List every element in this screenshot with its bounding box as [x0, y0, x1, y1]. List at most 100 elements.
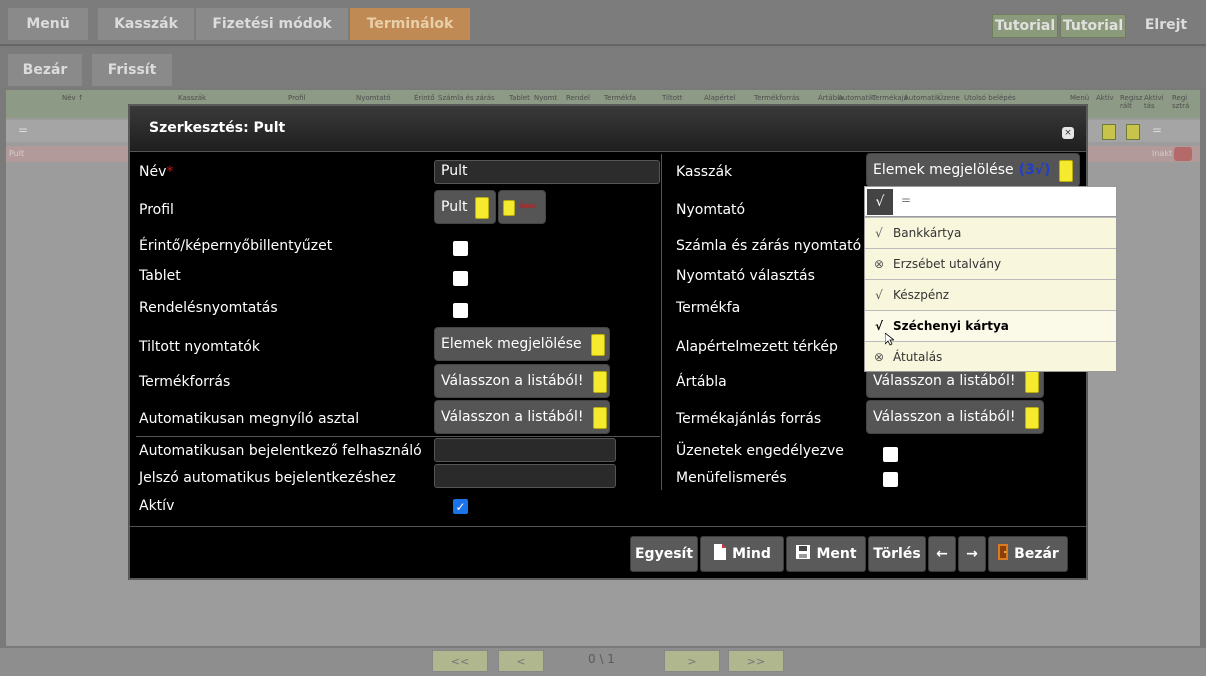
dialog-header: Szerkesztés: Pult ×	[130, 106, 1086, 152]
tab-kasszak[interactable]: Kasszák	[98, 8, 194, 40]
dropdown-item[interactable]: √ Széchenyi kártya	[865, 310, 1116, 341]
grid-header-cell[interactable]: Név ↑	[62, 94, 84, 102]
app-root: Menü Kasszák Fizetési módok Terminálok T…	[0, 0, 1206, 676]
filter-symbol[interactable]: =	[18, 123, 28, 137]
rendeles-checkbox[interactable]	[453, 303, 468, 318]
excluded-icon: ⊗	[873, 257, 885, 271]
check-all-button[interactable]: √	[867, 189, 893, 215]
dropdown-item[interactable]: ⊗ Átutalás	[865, 341, 1116, 372]
menufel-checkbox[interactable]	[883, 472, 898, 487]
elrejt-button[interactable]: Elrejt	[1132, 10, 1200, 40]
auto-asztal-label: Automatikusan megnyíló asztal	[139, 411, 360, 427]
dropdown-item-label: Erzsébet utalvány	[893, 257, 1002, 271]
tiltott-select-button[interactable]: Elemek megjelölése	[434, 327, 610, 361]
dialog-title: Szerkesztés: Pult	[149, 120, 286, 136]
dropdown-item[interactable]: √ Bankkártya	[865, 217, 1116, 248]
grid-header-cell[interactable]: Aktív	[1096, 94, 1114, 102]
grid-header-cell[interactable]: Automatik	[904, 94, 940, 102]
ment-button[interactable]: Ment	[786, 536, 866, 572]
grid-header-cell[interactable]: Menü	[1070, 94, 1089, 102]
grid-header-cell[interactable]: Nyomtató	[356, 94, 391, 102]
kasszak-select-button[interactable]: Elemek megjelölése (3√)	[866, 153, 1080, 187]
egyesit-button[interactable]: Egyesít	[630, 536, 698, 572]
grid-header-cell[interactable]: Profil	[288, 94, 305, 102]
grid-header-cell[interactable]: Regisz rált	[1120, 94, 1143, 110]
grid-header-cell[interactable]: Tablet	[509, 94, 530, 102]
tab-fizetesi-modok[interactable]: Fizetési módok	[196, 8, 348, 40]
dropdown-search-input[interactable]: =	[901, 193, 911, 207]
jelszo-input[interactable]	[434, 464, 616, 488]
row-name: Pult	[9, 149, 25, 158]
dropdown-item-label: Széchenyi kártya	[893, 319, 1009, 333]
bezar-label: Bezár	[1014, 546, 1059, 562]
dropdown-item[interactable]: ⊗ Erzsébet utalvány	[865, 248, 1116, 279]
tablet-checkbox[interactable]	[453, 271, 468, 286]
grid-header-cell[interactable]: Érintő	[414, 94, 435, 102]
profil-torles-button[interactable]: Törlés	[498, 190, 546, 224]
auto-asztal-btn-label: Válasszon a listából!	[441, 409, 584, 425]
tab-menu[interactable]: Menü	[8, 8, 88, 40]
row-delete-icon[interactable]	[1174, 147, 1192, 161]
frissit-button[interactable]: Frissít	[92, 54, 172, 86]
nev-input[interactable]: Pult	[434, 160, 660, 184]
valasztas-label: Nyomtató választás	[676, 268, 815, 284]
kasszak-btn-label: Elemek megjelölése	[873, 162, 1014, 178]
tutorial-button-1[interactable]: Tutorial	[992, 14, 1058, 38]
termekforras-btn-label: Válasszon a listából!	[441, 373, 584, 389]
filter-toggle[interactable]	[1126, 124, 1140, 140]
pager-first-button[interactable]: <<	[432, 650, 488, 672]
nyomtato-label: Nyomtató	[676, 202, 746, 218]
pager-next-button[interactable]: >	[664, 650, 720, 672]
mouse-cursor-icon	[884, 331, 896, 346]
terkep-label: Alapértelmezett térkép	[676, 339, 838, 355]
next-record-button[interactable]: →	[958, 536, 986, 572]
auto-asztal-select-button[interactable]: Válasszon a listából!	[434, 400, 610, 434]
payment-dropdown: √ = √ Bankkártya ⊗ Erzsébet utalvány √ K…	[864, 186, 1117, 372]
bezar-button[interactable]: Bezár	[988, 536, 1068, 572]
mind-button[interactable]: Mind	[700, 536, 784, 572]
divider	[136, 436, 660, 437]
ajanlas-btn-label: Válasszon a listából!	[873, 409, 1016, 425]
grid-header-cell[interactable]: Számla és zárás	[438, 94, 495, 102]
grid-header-cell[interactable]: Tiltott	[662, 94, 682, 102]
grid-header-cell[interactable]: Regi sztrá	[1172, 94, 1196, 110]
erinto-checkbox[interactable]	[453, 241, 468, 256]
save-icon	[795, 544, 811, 564]
grid-header-cell[interactable]: Termékajá	[872, 94, 908, 102]
close-icon[interactable]: ×	[1062, 127, 1074, 139]
erinto-label: Érintő/képernyőbillentyűzet	[139, 238, 333, 254]
torles-button[interactable]: Törlés	[868, 536, 926, 572]
termekforras-select-button[interactable]: Válasszon a listából!	[434, 364, 610, 398]
grid-header-cell[interactable]: Nyomt	[534, 94, 557, 102]
tiltott-label: Tiltott nyomtatók	[139, 339, 260, 355]
auto-user-input[interactable]	[434, 438, 616, 462]
pager-prev-button[interactable]: <	[498, 650, 544, 672]
grid-header-cell[interactable]: Aktivi tás	[1144, 94, 1166, 110]
ment-label: Ment	[816, 546, 857, 562]
tutorial-button-2[interactable]: Tutorial	[1060, 14, 1126, 38]
prev-record-button[interactable]: ←	[928, 536, 956, 572]
grid-header-cell[interactable]: Termékfa	[604, 94, 636, 102]
aktiv-checkbox[interactable]: ✓	[453, 499, 468, 514]
dropdown-item[interactable]: √ Készpénz	[865, 279, 1116, 310]
tab-terminalok[interactable]: Terminálok	[350, 8, 470, 40]
uzenetek-checkbox[interactable]	[883, 447, 898, 462]
document-icon	[713, 543, 727, 565]
grid-header-cell[interactable]: Utolsó belépés	[964, 94, 1016, 102]
grid-header-cell[interactable]: Alapértel	[704, 94, 736, 102]
filter-toggle[interactable]	[1102, 124, 1116, 140]
termekfa-label: Termékfa	[676, 300, 741, 316]
grid-header-cell[interactable]: Rendel	[566, 94, 590, 102]
profil-select-button[interactable]: Pult	[434, 190, 496, 224]
filter-symbol[interactable]: =	[1152, 123, 1162, 137]
grid-header-cell[interactable]: Termékforrás	[754, 94, 800, 102]
check-icon: √	[875, 288, 883, 302]
grid-header-cell[interactable]: Kasszák	[178, 94, 206, 102]
grid-header-cell[interactable]: Üzene	[938, 94, 960, 102]
ajanlas-select-button[interactable]: Válasszon a listából!	[866, 400, 1044, 434]
szamla-label: Számla és zárás nyomtató	[676, 238, 862, 254]
bezar-top-button[interactable]: Bezár	[8, 54, 82, 86]
dropdown-marker-icon	[593, 407, 607, 429]
pager-last-button[interactable]: >>	[728, 650, 784, 672]
grid-header-cell[interactable]: Automatik	[838, 94, 874, 102]
